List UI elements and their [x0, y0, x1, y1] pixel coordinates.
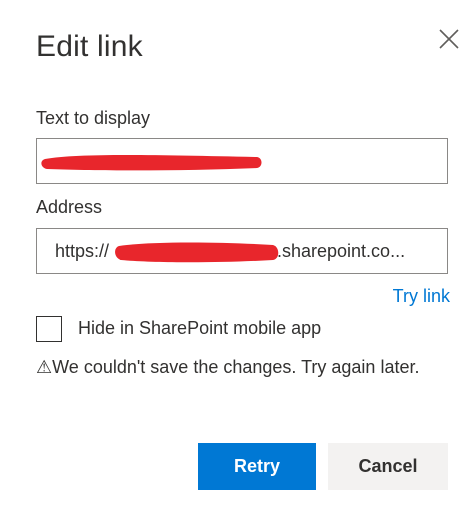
redaction-mark [41, 155, 262, 171]
hide-in-mobile-app-label: Hide in SharePoint mobile app [78, 318, 322, 338]
dialog-title: Edit link [36, 30, 143, 63]
error-message: ⚠We couldn't save the changes. Try again… [36, 354, 436, 381]
edit-link-dialog: Edit link Text to display Address https:… [0, 0, 474, 506]
address-input[interactable]: https:// .sharepoint.co... [36, 228, 448, 274]
hide-in-mobile-app-checkbox[interactable] [36, 316, 62, 342]
cancel-button[interactable]: Cancel [328, 443, 448, 490]
address-label: Address [36, 197, 103, 217]
warning-icon: ⚠ [36, 357, 53, 377]
text-to-display-label: Text to display [36, 108, 151, 128]
address-prefix: https:// [55, 241, 110, 261]
text-to-display-input[interactable] [36, 138, 448, 184]
address-suffix: .sharepoint.co... [277, 241, 406, 261]
error-text: We couldn't save the changes. Try again … [52, 357, 420, 377]
close-icon [439, 29, 459, 49]
close-button[interactable] [436, 26, 462, 52]
redaction-mark [115, 242, 279, 263]
retry-button[interactable]: Retry [198, 443, 316, 490]
try-link[interactable]: Try link [393, 286, 450, 307]
